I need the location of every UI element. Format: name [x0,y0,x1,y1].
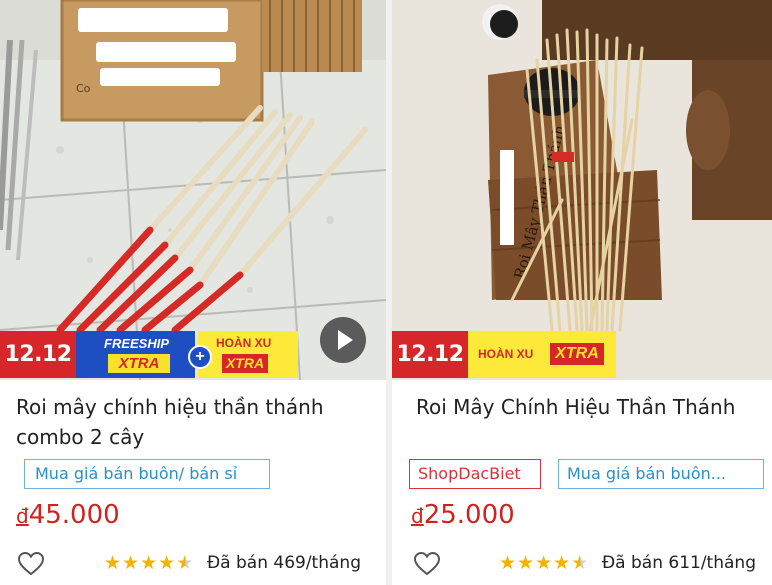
wholesale-tag[interactable]: Mua giá bán buôn... [558,459,764,489]
hoanxu-xtra-badge: HOÀN XU XTRA [198,331,298,378]
star-icon: ★ [104,552,122,574]
star-icon: ★ [517,552,535,574]
heart-icon[interactable] [414,552,440,576]
event-badge-1212: 12.12 [0,331,76,378]
shop-tag[interactable]: ShopDacBiet [409,459,541,489]
play-icon[interactable] [320,317,366,363]
plus-icon: + [188,345,212,369]
price-value: 45.000 [28,500,120,530]
product-price: đ25.000 [411,500,515,530]
product-title[interactable]: Roi mây chính hiệu thần thánh combo 2 câ… [16,392,376,452]
product-price: đ45.000 [16,500,120,530]
sold-count: Đã bán 469/tháng [207,553,361,573]
wholesale-tag[interactable]: Mua giá bán buôn/ bán sỉ [24,459,270,489]
hoanxu-xtra-label: XTRA [222,354,268,373]
currency-symbol: đ [16,504,29,528]
product-card-1[interactable]: Co 12.12 FREESHIP XTRA + HOÀN XU XTRA Ro… [0,0,386,585]
star-icon: ★ [122,552,140,574]
event-badge-1212: 12.12 [392,331,468,378]
star-icon: ★ [140,552,158,574]
freeship-xtra-badge: FREESHIP XTRA [76,331,195,378]
freeship-label: FREESHIP [104,336,170,351]
star-icon: ★ [553,552,571,574]
product-card-2[interactable]: Roi Mây Thần Thánh 12.12 HOÀN XU XTRA Ro… [392,0,772,585]
heart-icon[interactable] [18,552,44,576]
hoanxu-label: HOÀN XU [478,347,534,361]
hoanxu-xtra-label: XTRA [550,343,604,365]
promo-banner: 12.12 HOÀN XU XTRA [392,331,772,378]
product-title[interactable]: Roi Mây Chính Hiệu Thần Thánh [416,392,766,422]
currency-symbol: đ [411,504,424,528]
rating-stars: ★ ★ ★ ★ ★ [104,553,194,573]
product-image-2[interactable]: Roi Mây Thần Thánh [392,0,772,380]
freeship-xtra-label: XTRA [108,354,170,373]
price-value: 25.000 [423,500,515,530]
star-icon: ★ [499,552,517,574]
box-label-text: Co [76,82,91,95]
hoanxu-xtra-badge: HOÀN XU XTRA [468,331,616,378]
sold-count: Đã bán 611/tháng [602,553,756,573]
star-icon: ★ [158,552,176,574]
rating-stars: ★ ★ ★ ★ ★ [499,553,589,573]
star-icon: ★ [535,552,553,574]
hoanxu-label: HOÀN XU [216,336,272,350]
half-star-icon: ★ [571,552,589,574]
half-star-icon: ★ [176,552,194,574]
